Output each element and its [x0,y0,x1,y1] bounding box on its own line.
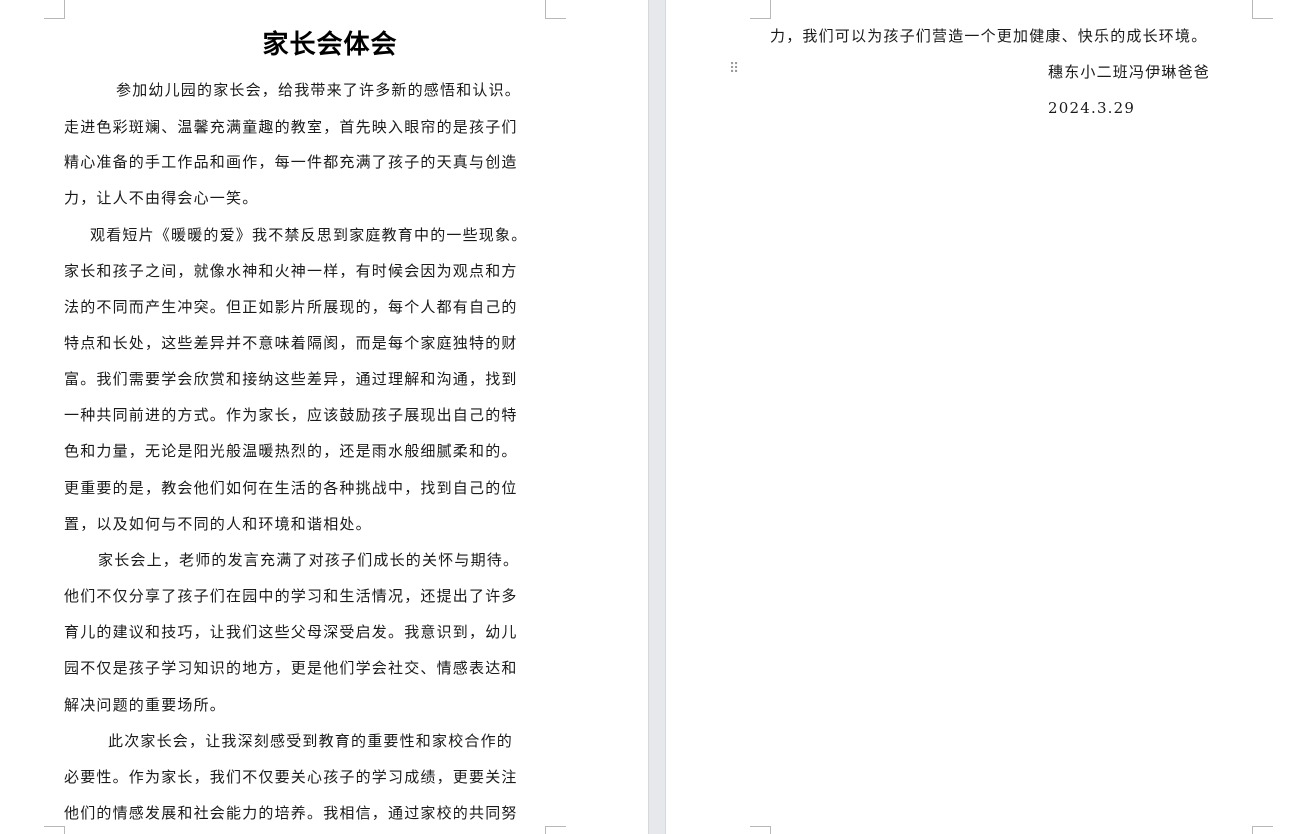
crop-mark-bottom-right-page-1 [545,826,566,834]
page-1-text-line[interactable]: 更重要的是，教会他们如何在生活的各种挑战中，找到自己的位 [64,478,518,498]
page-1-text-line[interactable]: 参加幼儿园的家长会，给我带来了许多新的感悟和认识。 [116,80,521,100]
page-1-text-line[interactable]: 色和力量，无论是阳光般温暖热烈的，还是雨水般细腻柔和的。 [64,441,518,461]
page-1-text-line[interactable]: 解决问题的重要场所。 [64,695,226,715]
page-1-text-line[interactable]: 他们的情感发展和社会能力的培养。我相信，通过家校的共同努 [64,803,518,823]
crop-mark-top-left-page-1 [44,0,65,19]
page-1-text-line[interactable]: 法的不同而产生冲突。但正如影片所展现的，每个人都有自己的 [64,297,518,317]
page-1-text-line[interactable]: 精心准备的手工作品和画作，每一件都充满了孩子的天真与创造 [64,152,518,172]
page-1-text-line[interactable]: 一种共同前进的方式。作为家长，应该鼓励孩子展现出自己的特 [64,405,518,425]
page-1-text-line[interactable]: 此次家长会，让我深刻感受到教育的重要性和家校合作的 [108,731,513,751]
page-1-text-line[interactable]: 富。我们需要学会欣赏和接纳这些差异，通过理解和沟通，找到 [64,369,518,389]
page-2-text-line[interactable]: 穗东小二班冯伊琳爸爸 [1048,62,1210,82]
page-2-text-line[interactable]: 2024.3.29 [1048,98,1135,118]
page-1-text-line[interactable]: 力，让人不由得会心一笑。 [64,188,258,208]
document-title[interactable]: 家长会体会 [0,24,660,61]
document-page-2[interactable] [666,0,1290,834]
page-separator [648,0,666,834]
crop-mark-top-right-page-1 [545,0,566,19]
page-1-text-line[interactable]: 家长会上，老师的发言充满了对孩子们成长的关怀与期待。 [98,550,519,570]
crop-mark-top-right-page-2 [1252,0,1273,19]
page-1-text-line[interactable]: 育儿的建议和技巧，让我们这些父母深受启发。我意识到，幼儿 [64,622,518,642]
crop-mark-bottom-right-page-2 [1252,826,1273,834]
page-1-text-line[interactable]: 置，以及如何与不同的人和环境和谐相处。 [64,514,372,534]
page-1-text-line[interactable]: 家长和孩子之间，就像水神和火神一样，有时候会因为观点和方 [64,261,518,281]
page-1-text-line[interactable]: 观看短片《暖暖的爱》我不禁反思到家庭教育中的一些现象。 [90,225,527,245]
crop-mark-bottom-left-page-2 [750,826,771,834]
crop-mark-bottom-left-page-1 [44,826,65,834]
page-1-text-line[interactable]: 园不仅是孩子学习知识的地方，更是他们学会社交、情感表达和 [64,658,518,678]
crop-mark-top-left-page-2 [750,0,771,19]
paragraph-drag-handle-icon[interactable]: ⠿ [729,62,739,76]
page-1-text-line[interactable]: 特点和长处，这些差异并不意味着隔阂，而是每个家庭独特的财 [64,333,518,353]
page-1-text-line[interactable]: 他们不仅分享了孩子们在园中的学习和生活情况，还提出了许多 [64,586,518,606]
page-2-text-line[interactable]: 力，我们可以为孩子们营造一个更加健康、快乐的成长环境。 [770,26,1207,46]
page-1-text-line[interactable]: 必要性。作为家长，我们不仅要关心孩子的学习成绩，更要关注 [64,767,518,787]
document-viewport: 家长会体会 参加幼儿园的家长会，给我带来了许多新的感悟和认识。走进色彩斑斓、温馨… [0,0,1290,834]
page-1-text-line[interactable]: 走进色彩斑斓、温馨充满童趣的教室，首先映入眼帘的是孩子们 [64,117,518,137]
